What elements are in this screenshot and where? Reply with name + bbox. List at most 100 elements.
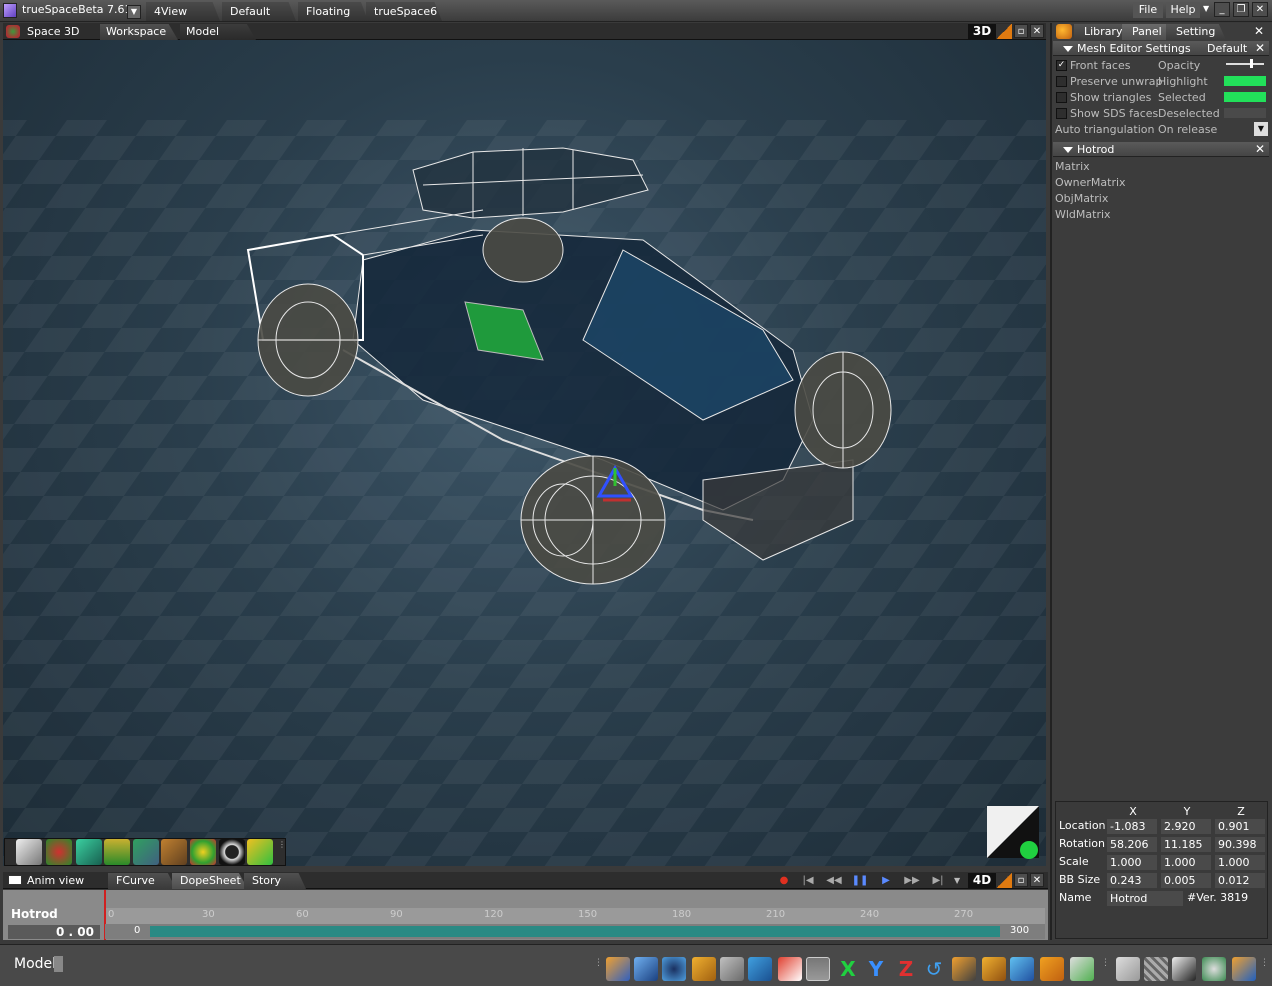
- tab-model[interactable]: Model: [180, 24, 256, 40]
- rotate-tool-icon[interactable]: [634, 957, 658, 981]
- object-box-icon[interactable]: [692, 957, 716, 981]
- y-axis-icon[interactable]: Y: [864, 957, 888, 981]
- tools-icon[interactable]: [952, 957, 976, 981]
- screen-icon[interactable]: [1116, 957, 1140, 981]
- light-icon[interactable]: [1010, 957, 1034, 981]
- grid-icon[interactable]: [1144, 957, 1168, 981]
- z-axis-icon[interactable]: Z: [894, 957, 918, 981]
- range-end[interactable]: 300: [1010, 925, 1029, 936]
- viewport-close-icon[interactable]: ✕: [1030, 24, 1044, 38]
- x-axis-icon[interactable]: X: [836, 957, 860, 981]
- mesh-editor-preset[interactable]: Default: [1207, 41, 1247, 56]
- location-x[interactable]: -1.083: [1107, 819, 1157, 834]
- preserve-unwrap-checkbox[interactable]: [1056, 76, 1067, 87]
- current-time-field[interactable]: 0 . 00: [8, 925, 100, 939]
- playback-dropdown-icon[interactable]: ▼: [954, 876, 960, 885]
- menu-file[interactable]: File: [1133, 2, 1163, 18]
- layout-tab-4view[interactable]: 4View: [146, 2, 220, 21]
- 3d-viewport[interactable]: [3, 40, 1046, 866]
- timeline-range-fill[interactable]: [150, 926, 1000, 937]
- go-end-icon[interactable]: ▶|: [928, 874, 948, 887]
- opacity-slider-handle[interactable]: [1250, 59, 1253, 68]
- scale-y[interactable]: 1.000: [1161, 855, 1211, 870]
- paint-tool-icon[interactable]: [133, 839, 159, 865]
- scale-z[interactable]: 1.000: [1215, 855, 1265, 870]
- view-mode-4d[interactable]: 4D: [968, 873, 996, 888]
- mesh-editor-header[interactable]: Mesh Editor Settings Default ✕: [1053, 41, 1269, 56]
- minimize-icon[interactable]: _: [1214, 2, 1230, 17]
- anim-maximize-icon[interactable]: ▫: [1014, 873, 1028, 887]
- tab-dopesheet[interactable]: DopeSheet: [172, 873, 248, 889]
- select-arrow-icon[interactable]: [16, 839, 42, 865]
- owner-matrix-item[interactable]: OwnerMatrix: [1055, 176, 1126, 189]
- bbsize-x[interactable]: 0.243: [1107, 873, 1157, 888]
- selected-color-swatch[interactable]: [1224, 92, 1266, 102]
- close-icon[interactable]: ✕: [1252, 2, 1268, 17]
- blue-cube-icon[interactable]: [748, 957, 772, 981]
- binoculars-icon[interactable]: [1202, 957, 1226, 981]
- panel-close-icon[interactable]: ✕: [1254, 24, 1264, 38]
- house-icon[interactable]: [778, 957, 802, 981]
- tab-story[interactable]: Story: [244, 873, 306, 889]
- rotation-z[interactable]: 90.398: [1215, 837, 1265, 852]
- deselected-color-swatch[interactable]: [1224, 108, 1266, 118]
- title-dropdown-icon[interactable]: ▼: [127, 5, 141, 19]
- scale-x[interactable]: 1.000: [1107, 855, 1157, 870]
- name-field[interactable]: Hotrod: [1107, 891, 1183, 906]
- tab-library[interactable]: Library: [1074, 24, 1128, 40]
- wld-matrix-item[interactable]: WldMatrix: [1055, 208, 1111, 221]
- object-tool-icon[interactable]: [46, 839, 72, 865]
- hotrod-header[interactable]: Hotrod ✕: [1053, 142, 1269, 157]
- auto-triangulation-dropdown-icon[interactable]: ▼: [1254, 122, 1268, 136]
- rotation-x[interactable]: 58.206: [1107, 837, 1157, 852]
- auto-triangulation-value[interactable]: On release: [1158, 123, 1217, 136]
- fast-forward-icon[interactable]: ▶▶: [902, 874, 922, 887]
- globe-icon[interactable]: [1232, 957, 1256, 981]
- location-y[interactable]: 2.920: [1161, 819, 1211, 834]
- anim-corner-icon[interactable]: [996, 873, 1012, 888]
- show-triangles-checkbox[interactable]: [1056, 92, 1067, 103]
- tab-fcurve[interactable]: FCurve: [108, 873, 176, 889]
- mesh-editor-close-icon[interactable]: ✕: [1255, 41, 1265, 56]
- highlight-color-swatch[interactable]: [1224, 76, 1266, 86]
- bbsize-z[interactable]: 0.012: [1215, 873, 1265, 888]
- tab-workspace[interactable]: Workspace: [100, 24, 178, 40]
- axis-gizmo-icon[interactable]: [806, 957, 830, 981]
- move-tool-icon[interactable]: [606, 957, 630, 981]
- render-icon[interactable]: [1070, 957, 1094, 981]
- scale-tool-icon[interactable]: [662, 957, 686, 981]
- collapse-icon[interactable]: [1063, 46, 1073, 52]
- viewport-maximize-icon[interactable]: ▫: [1014, 24, 1028, 38]
- undo-icon[interactable]: ↺: [922, 957, 946, 981]
- toolbar-grip-icon[interactable]: ⋮: [1101, 958, 1110, 968]
- opacity-slider[interactable]: [1226, 63, 1264, 65]
- camera-icon[interactable]: [1172, 957, 1196, 981]
- layout-tab-floating[interactable]: Floating: [298, 2, 368, 21]
- pause-icon[interactable]: ❚❚: [850, 874, 870, 887]
- material-tool-icon[interactable]: [190, 839, 216, 865]
- navigation-widget-icon[interactable]: [985, 804, 1041, 860]
- anim-close-icon[interactable]: ✕: [1030, 873, 1044, 887]
- layers-tool-icon[interactable]: [104, 839, 130, 865]
- range-start[interactable]: 0: [134, 925, 140, 936]
- bbsize-y[interactable]: 0.005: [1161, 873, 1211, 888]
- timeline-ruler[interactable]: [105, 908, 1045, 924]
- deform-tool-icon[interactable]: [161, 839, 187, 865]
- record-icon[interactable]: ●: [774, 874, 794, 887]
- view-corner-icon[interactable]: [996, 24, 1012, 39]
- restore-icon[interactable]: ❐: [1233, 2, 1249, 17]
- view-mode-3d[interactable]: 3D: [968, 24, 996, 39]
- menu-help[interactable]: Help: [1166, 2, 1200, 18]
- play-icon[interactable]: ▶: [876, 874, 896, 887]
- cube-tool-icon[interactable]: [76, 839, 102, 865]
- texture-grid-icon[interactable]: [1040, 957, 1064, 981]
- matrix-item[interactable]: Matrix: [1055, 160, 1090, 173]
- location-z[interactable]: 0.901: [1215, 819, 1265, 834]
- front-faces-checkbox[interactable]: ✓: [1056, 60, 1067, 71]
- box-icon[interactable]: [982, 957, 1006, 981]
- menu-dropdown-icon[interactable]: ▼: [1203, 4, 1209, 13]
- tab-setting[interactable]: Setting: [1166, 24, 1226, 40]
- rewind-icon[interactable]: ◀◀: [824, 874, 844, 887]
- hotrod-close-icon[interactable]: ✕: [1255, 142, 1265, 157]
- collapse-icon[interactable]: [1063, 147, 1073, 153]
